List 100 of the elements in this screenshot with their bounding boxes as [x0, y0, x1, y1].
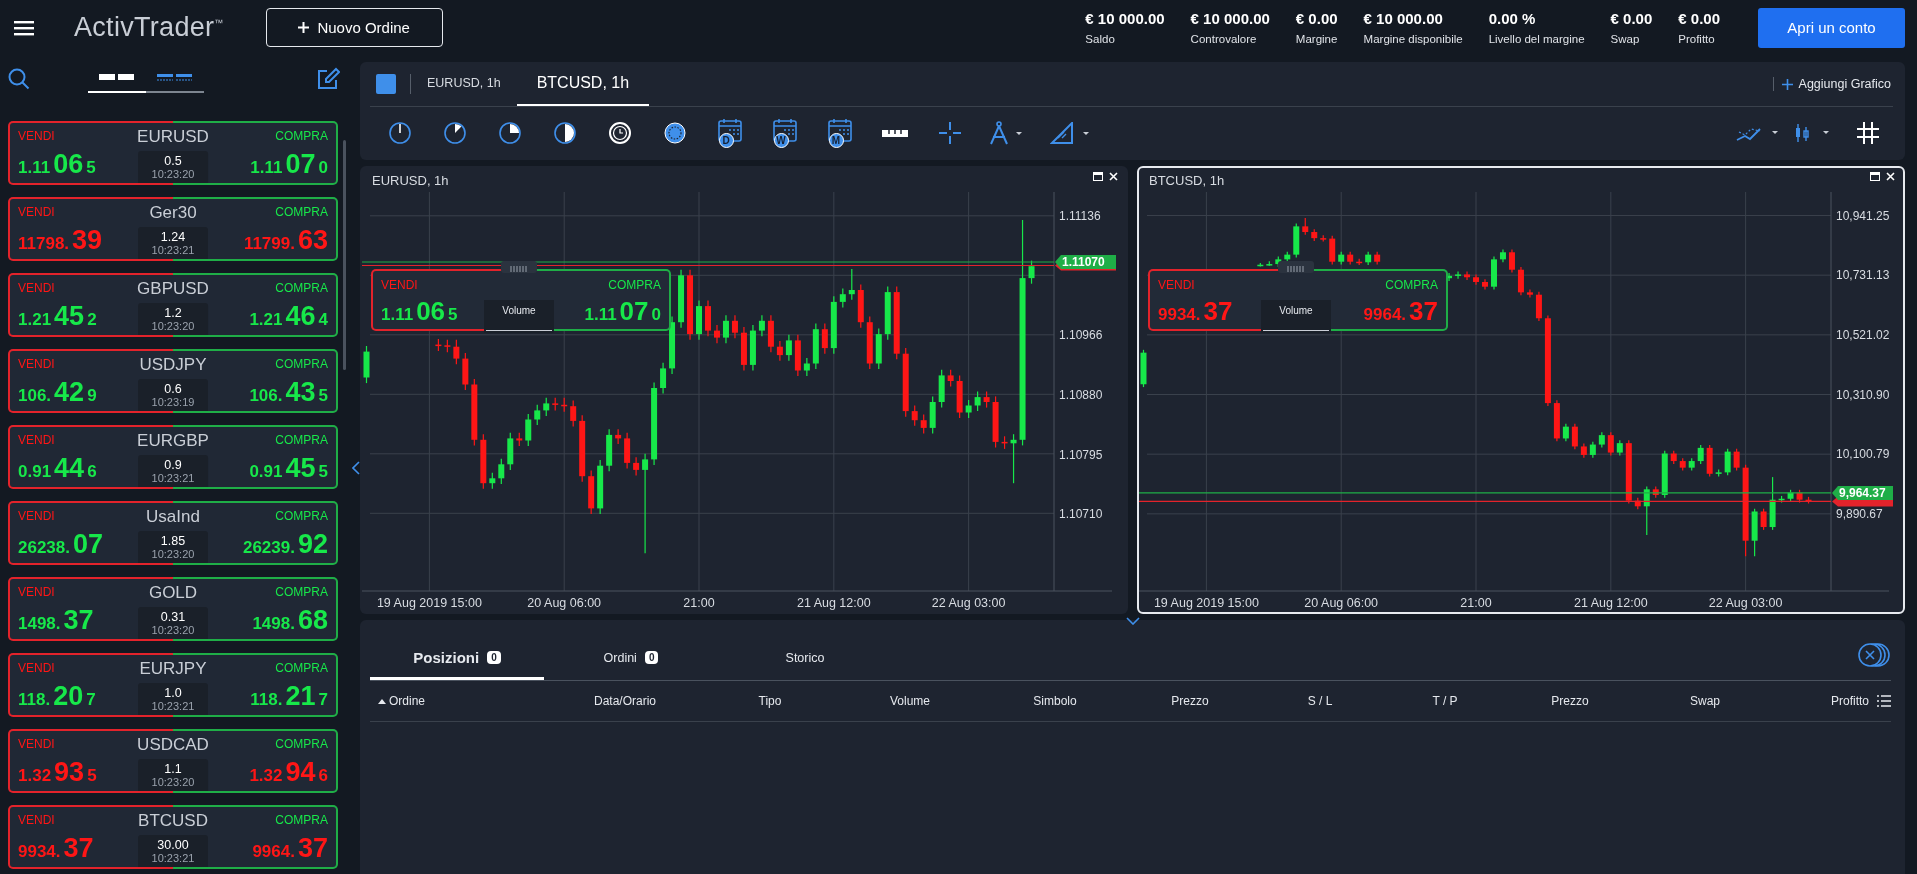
- instrument-card[interactable]: VENDI 106.42 9 COMPRA 106.43 5 USDJPY 0.6 10:23:19: [8, 349, 338, 413]
- price-tag: 1.11070: [1055, 255, 1116, 269]
- chevron-left-icon[interactable]: [352, 461, 360, 475]
- new-order-button[interactable]: Nuovo Ordine: [265, 8, 443, 47]
- stat-value: € 0.00: [1610, 10, 1653, 27]
- column-header[interactable]: S / L: [1307, 694, 1333, 708]
- volume-field[interactable]: Volume: [484, 300, 554, 333]
- menu-icon[interactable]: [14, 19, 34, 36]
- buy-price: 9964.37: [1363, 298, 1438, 324]
- color-square-icon[interactable]: [376, 74, 396, 94]
- axis-label: 22 Aug 03:00: [1708, 596, 1783, 610]
- quote-time: 10:23:20: [151, 624, 195, 636]
- buy-price: 1.32 946: [249, 759, 328, 786]
- column-header[interactable]: Simbolo: [1033, 694, 1077, 708]
- search-icon[interactable]: [8, 67, 30, 90]
- close-all-icon[interactable]: [1857, 642, 1891, 668]
- candlestick: [965, 399, 972, 419]
- calendar-button[interactable]: M: [812, 116, 867, 150]
- stat-value: € 10 000.00: [1085, 10, 1165, 27]
- column-header[interactable]: T / P: [1432, 694, 1458, 708]
- chart-tab[interactable]: EURUSD, 1h: [411, 62, 517, 106]
- open-account-button[interactable]: Apri un conto: [1758, 7, 1905, 48]
- add-chart-button[interactable]: Aggiungi Grafico: [1772, 77, 1893, 91]
- symbol-name: Ger30: [149, 203, 197, 223]
- stat-value: € 10 000.00: [1363, 10, 1444, 27]
- triangle-ruler-icon: [1049, 122, 1090, 144]
- axis-label: 22 Aug 03:00: [931, 596, 1006, 610]
- column-header[interactable]: Prezzo: [1551, 694, 1589, 708]
- edit-icon[interactable]: [316, 66, 340, 91]
- buy-label[interactable]: COMPRA: [608, 278, 661, 292]
- candlestick: [543, 397, 550, 417]
- sell-price: 9934.37: [1158, 298, 1233, 324]
- instrument-card[interactable]: VENDI 118.20 7 COMPRA 118.21 7 EURJPY 1.0 10:23:21: [8, 653, 338, 717]
- buy-label: COMPRA: [275, 813, 328, 827]
- axis-label: 1.10795: [1059, 447, 1103, 462]
- quote-time: 10:23:19: [151, 396, 195, 408]
- instrument-card[interactable]: VENDI 1.32 93 5 COMPRA 1.32 946 USDCAD 1.1 10:23:20: [8, 729, 338, 793]
- instrument-card[interactable]: VENDI 9934.37 COMPRA 9964.37 BTCUSD 30.00 10:23:21: [8, 805, 338, 869]
- axis-label: 1.10966: [1059, 327, 1103, 342]
- drag-handle[interactable]: [501, 261, 537, 273]
- close-icon[interactable]: [1109, 172, 1118, 181]
- instrument-card[interactable]: VENDI 1.11 06 5 COMPRA 1.11 07 0 EURUSD 0.5 10:23:20: [8, 121, 338, 185]
- column-header[interactable]: Prezzo: [1171, 694, 1209, 708]
- buy-price: 106.43 5: [249, 379, 328, 406]
- sell-label[interactable]: VENDI: [1158, 278, 1233, 292]
- buy-label[interactable]: COMPRA: [1385, 278, 1438, 292]
- instrument-card[interactable]: VENDI 1498.37 COMPRA 1498.68 GOLD 0.31 10:23:20: [8, 577, 338, 641]
- buy-label: COMPRA: [275, 281, 328, 295]
- candlestick: [911, 404, 918, 427]
- maximize-icon[interactable]: [1870, 172, 1880, 181]
- column-header[interactable]: Profitto: [1831, 694, 1869, 708]
- candlestick: [920, 414, 927, 435]
- instrument-card[interactable]: VENDI 1.21452 COMPRA 1.21 464 GBPUSD 1.2 10:23:20: [8, 273, 338, 337]
- calendar-icon: [771, 118, 798, 142]
- price-tag: 9,964.37: [1832, 485, 1893, 500]
- column-header[interactable]: Data/Orario: [594, 694, 656, 708]
- chevron-down-icon[interactable]: [1125, 617, 1140, 625]
- grip-icon: [509, 265, 529, 273]
- pie-icon: [442, 121, 467, 145]
- chart-title: EURUSD, 1h: [372, 172, 449, 188]
- positions-tab[interactable]: Ordini 0: [544, 620, 718, 680]
- list-icon[interactable]: [1877, 695, 1891, 707]
- positions-tab[interactable]: Storico: [718, 620, 892, 680]
- instrument-card[interactable]: VENDI 0.9144 6 COMPRA 0.91 45 5 EURGBP 0.9 10:23:21: [8, 425, 338, 489]
- cards-view-icon: [99, 73, 135, 82]
- sell-label[interactable]: VENDI: [381, 278, 458, 292]
- scrollbar[interactable]: [343, 140, 346, 370]
- axis-label: 9,890.67: [1836, 506, 1883, 521]
- stat-label: Swap: [1610, 33, 1641, 45]
- stat-label: Livello del margine: [1488, 33, 1585, 45]
- column-header[interactable]: Volume: [890, 694, 930, 708]
- sort-up-icon[interactable]: [378, 698, 386, 704]
- axis-label: 10,100.79: [1836, 447, 1890, 462]
- buy-price: 0.91 45 5: [249, 455, 328, 482]
- drag-handle[interactable]: [1278, 261, 1314, 273]
- instrument-card[interactable]: VENDI 11798.39 COMPRA 11799.63 Ger30 1.24 10:23:21: [8, 197, 338, 261]
- symbol-name: EURUSD: [137, 127, 209, 147]
- instrument-card[interactable]: VENDI 26238.07 COMPRA 26239.92 UsaInd 1.85 10:23:20: [8, 501, 338, 565]
- spread-value: 1.1: [164, 762, 182, 776]
- calendar-button[interactable]: W: [757, 116, 812, 150]
- chart-tab[interactable]: BTCUSD, 1h: [516, 62, 650, 106]
- column-header[interactable]: Swap: [1690, 694, 1720, 708]
- positions-tab[interactable]: Posizioni 0: [370, 620, 544, 680]
- quote-time: 10:23:20: [151, 548, 195, 560]
- pie-icon: [497, 121, 522, 145]
- candlestick: [722, 314, 729, 344]
- candlestick: [570, 400, 577, 428]
- close-icon[interactable]: [1886, 172, 1895, 181]
- count-badge: 0: [644, 651, 659, 664]
- buy-label: COMPRA: [275, 585, 328, 599]
- maximize-icon[interactable]: [1093, 172, 1103, 181]
- grid-icon: [1856, 122, 1879, 144]
- plus-icon: [298, 22, 310, 33]
- column-header[interactable]: Tipo: [758, 694, 782, 708]
- calendar-button[interactable]: D: [702, 116, 757, 150]
- volume-field[interactable]: Volume: [1261, 300, 1331, 333]
- dotted-circle-icon: [662, 121, 687, 145]
- candlestick: [1760, 508, 1767, 531]
- axis-label: 1.11136: [1059, 208, 1101, 223]
- column-header[interactable]: Ordine: [389, 694, 426, 708]
